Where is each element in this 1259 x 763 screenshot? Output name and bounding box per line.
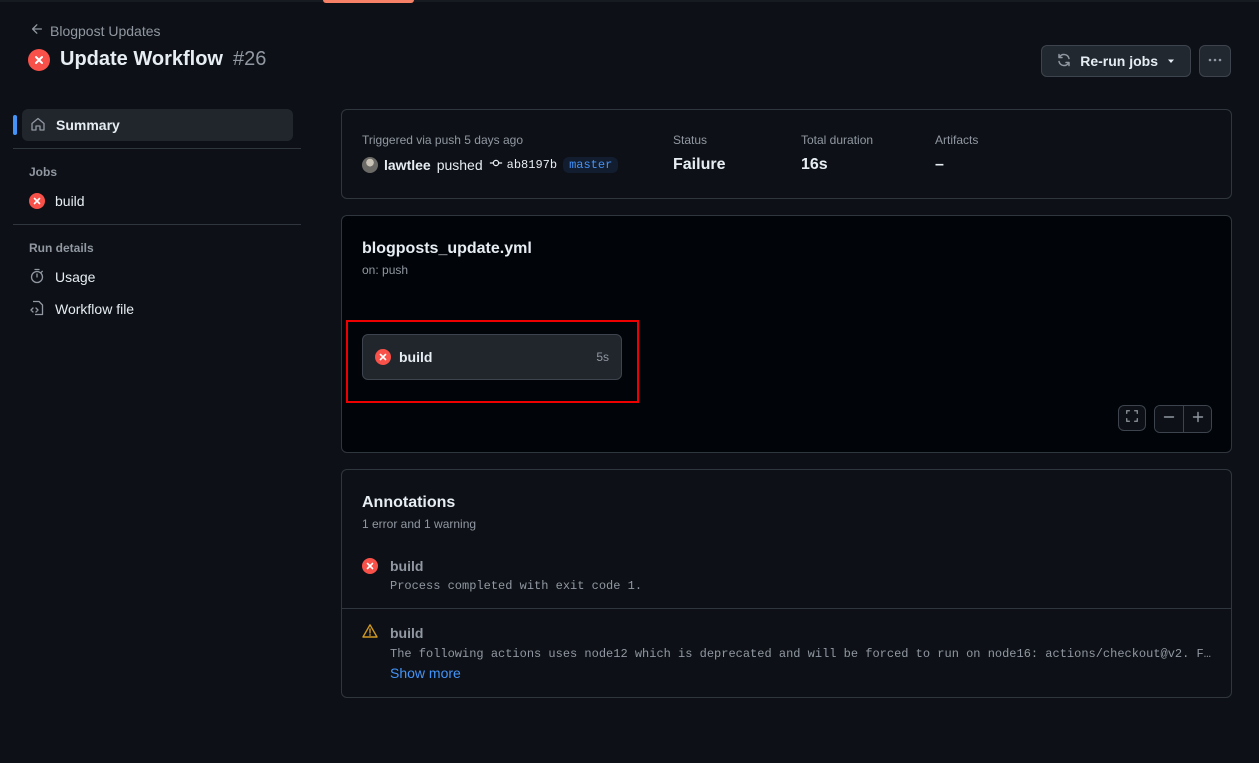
graph-zoom-controls bbox=[1118, 405, 1212, 433]
sidebar-item-build[interactable]: build bbox=[13, 185, 301, 217]
sidebar-item-summary[interactable]: Summary bbox=[13, 109, 293, 141]
annotations-title: Annotations bbox=[362, 494, 456, 511]
duration-column: Total duration 16s bbox=[801, 133, 873, 174]
zoom-in-button[interactable] bbox=[1183, 406, 1211, 432]
workflow-file-name[interactable]: blogposts_update.yml bbox=[362, 240, 532, 258]
back-link[interactable]: Blogpost Updates bbox=[30, 22, 161, 39]
annotation-warning: build The following actions uses node12 … bbox=[362, 623, 1231, 681]
git-commit-icon bbox=[489, 156, 503, 174]
job-node-build[interactable]: build 5s bbox=[362, 334, 622, 380]
x-circle-fill-icon bbox=[362, 558, 378, 574]
top-border bbox=[0, 0, 1259, 2]
status-column: Status Failure bbox=[673, 133, 725, 174]
run-summary-card: Triggered via push 5 days ago lawtlee pu… bbox=[341, 109, 1232, 199]
trigger-label: Triggered via push 5 days ago bbox=[362, 133, 523, 147]
sync-icon bbox=[1056, 52, 1072, 71]
page-title: Update Workflow #26 bbox=[28, 48, 266, 71]
dash-icon bbox=[1163, 410, 1175, 428]
header-actions: Re-run jobs bbox=[1041, 45, 1231, 77]
sidebar-divider bbox=[13, 224, 301, 225]
annotation-job-link[interactable]: build bbox=[390, 558, 423, 574]
annotations-card: Annotations 1 error and 1 warning build … bbox=[341, 469, 1232, 698]
artifacts-column: Artifacts – bbox=[935, 133, 978, 174]
sidebar-item-workflow-file[interactable]: Workflow file bbox=[13, 293, 301, 325]
sidebar-divider bbox=[13, 148, 301, 149]
x-circle-fill-icon bbox=[28, 48, 50, 71]
run-number: #26 bbox=[232, 48, 267, 70]
caret-down-icon bbox=[1166, 53, 1176, 69]
plus-icon bbox=[1192, 410, 1204, 428]
job-node-duration: 5s bbox=[596, 350, 609, 364]
commit-sha: ab8197b bbox=[506, 158, 558, 172]
annotation-error: build Process completed with exit code 1… bbox=[362, 558, 1231, 593]
active-tab-indicator bbox=[323, 0, 414, 3]
x-circle-fill-icon bbox=[29, 193, 45, 209]
duration-label: Total duration bbox=[801, 133, 874, 147]
show-more-link[interactable]: Show more bbox=[390, 665, 1231, 681]
job-node-name: build bbox=[399, 349, 433, 365]
branch-tag[interactable]: master bbox=[563, 157, 619, 173]
status-label: Status bbox=[673, 133, 708, 147]
run-details-heading: Run details bbox=[29, 241, 94, 255]
home-icon bbox=[30, 116, 46, 135]
artifacts-value: – bbox=[935, 156, 944, 173]
sidebar-job-label: build bbox=[55, 193, 85, 209]
actor-link[interactable]: lawtlee bbox=[384, 157, 431, 173]
rerun-jobs-button[interactable]: Re-run jobs bbox=[1041, 45, 1191, 77]
workflow-graph-card: blogposts_update.yml on: push build 5s bbox=[341, 215, 1232, 453]
status-value: Failure bbox=[673, 156, 726, 173]
workflow-title: Update Workflow bbox=[60, 48, 223, 70]
annotation-message: Process completed with exit code 1. bbox=[390, 579, 643, 593]
avatar[interactable] bbox=[362, 157, 378, 173]
jobs-heading: Jobs bbox=[29, 165, 58, 179]
annotation-job-link[interactable]: build bbox=[390, 625, 423, 641]
stopwatch-icon bbox=[29, 268, 45, 287]
action-text: pushed bbox=[436, 157, 483, 173]
arrow-left-icon bbox=[30, 22, 44, 39]
more-options-button[interactable] bbox=[1199, 45, 1231, 77]
annotations-subtitle: 1 error and 1 warning bbox=[362, 517, 477, 531]
workflow-trigger: on: push bbox=[362, 263, 409, 277]
annotation-divider bbox=[342, 608, 1231, 609]
trigger-column: Triggered via push 5 days ago lawtlee pu… bbox=[362, 133, 619, 174]
sidebar: Summary Jobs build Run details Usage Wor… bbox=[13, 109, 301, 325]
sidebar-usage-label: Usage bbox=[55, 269, 96, 285]
zoom-out-button[interactable] bbox=[1155, 406, 1183, 432]
sidebar-summary-label: Summary bbox=[56, 117, 120, 133]
screen-full-icon bbox=[1125, 409, 1139, 428]
zoom-group bbox=[1154, 405, 1212, 433]
file-code-icon bbox=[29, 300, 45, 319]
annotation-header: build bbox=[362, 558, 1231, 574]
rerun-jobs-label: Re-run jobs bbox=[1080, 53, 1158, 69]
commit-link[interactable]: ab8197b bbox=[489, 156, 557, 174]
annotation-message: The following actions uses node12 which … bbox=[390, 647, 1231, 661]
alert-icon bbox=[362, 623, 378, 642]
kebab-horizontal-icon bbox=[1207, 52, 1223, 71]
back-link-label: Blogpost Updates bbox=[50, 22, 161, 39]
x-circle-fill-icon bbox=[375, 349, 391, 365]
trigger-details: lawtlee pushed ab8197b master bbox=[362, 156, 619, 174]
sidebar-workflow-file-label: Workflow file bbox=[55, 301, 135, 317]
sidebar-item-usage[interactable]: Usage bbox=[13, 261, 301, 293]
duration-value: 16s bbox=[801, 156, 828, 173]
artifacts-label: Artifacts bbox=[935, 133, 979, 147]
fullscreen-button[interactable] bbox=[1118, 405, 1146, 431]
annotation-header: build bbox=[362, 623, 1231, 642]
